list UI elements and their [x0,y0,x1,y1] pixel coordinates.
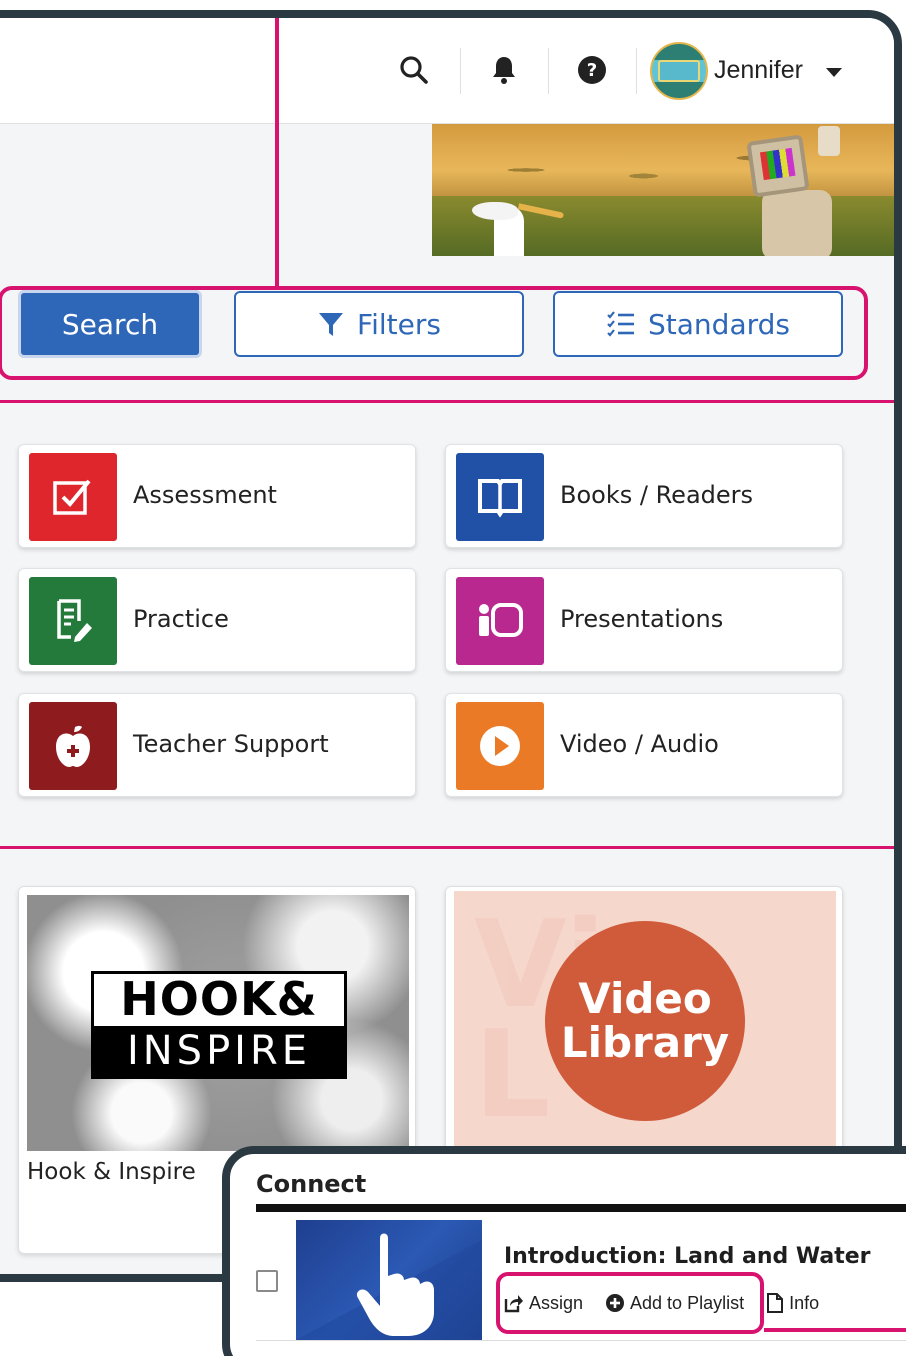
play-icon [456,702,544,790]
callout-divider [0,400,894,403]
user-name[interactable]: Jennifer [714,56,803,85]
app-frame: ? Jennifer Search Filters Standards Asse… [0,10,902,1282]
edit-icon [29,577,117,665]
header-divider [636,48,637,94]
popup-title: Connect [256,1170,367,1198]
avatar[interactable] [650,42,708,100]
card-title: Hook & Inspire [27,1159,196,1185]
item-title[interactable]: Introduction: Land and Water [504,1244,871,1269]
connect-popup: Connect Introduction: Land and Water Ass… [222,1146,906,1356]
callout-pointer [275,18,279,290]
hand-pointer-icon [296,1233,482,1340]
item-thumbnail[interactable] [296,1220,482,1340]
category-label: Video / Audio [560,730,719,758]
category-label: Presentations [560,605,724,633]
checkbox-icon [29,453,117,541]
video-library-logo: Video Library [545,921,745,1121]
callout-divider [0,846,894,849]
category-practice[interactable]: Practice [18,568,416,672]
robot-illustration [818,126,840,156]
category-label: Practice [133,605,229,633]
document-icon [767,1293,784,1313]
search-icon[interactable] [396,52,432,88]
svg-text:?: ? [587,60,597,81]
hook-inspire-thumbnail: HOOK& INSPIRE [27,895,409,1151]
category-presentations[interactable]: Presentations [445,568,843,672]
category-assessment[interactable]: Assessment [18,444,416,548]
category-label: Assessment [133,481,277,509]
category-teacher-support[interactable]: Teacher Support [18,693,416,797]
help-icon[interactable]: ? [574,52,610,88]
row-divider [256,1340,906,1341]
category-label: Books / Readers [560,481,754,509]
header-divider [460,48,461,94]
category-books-readers[interactable]: Books / Readers [445,444,843,548]
bell-icon[interactable] [486,52,522,88]
top-header: ? Jennifer [0,18,894,124]
category-label: Teacher Support [133,730,329,758]
select-checkbox[interactable] [256,1270,278,1292]
hook-inspire-logo: HOOK& INSPIRE [91,971,347,1079]
info-button[interactable]: Info [766,1292,819,1314]
callout-pointer [764,1328,906,1332]
header-divider [548,48,549,94]
popup-rule [256,1204,906,1212]
book-icon [456,453,544,541]
chevron-down-icon[interactable] [826,68,842,77]
callout-highlight [0,286,868,380]
hero-banner [432,124,894,256]
presentation-icon [456,577,544,665]
callout-highlight [496,1272,764,1334]
category-video-audio[interactable]: Video / Audio [445,693,843,797]
video-library-thumbnail: Vi L Video Library [454,891,836,1149]
apple-icon [29,702,117,790]
